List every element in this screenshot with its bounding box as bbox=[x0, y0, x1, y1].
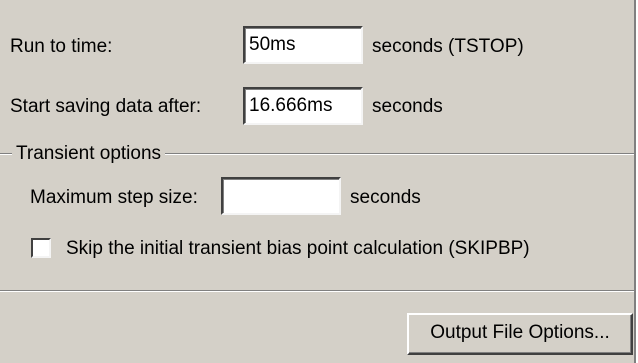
bottom-separator-highlight bbox=[0, 291, 634, 292]
output-file-options-button[interactable]: Output File Options... bbox=[407, 313, 633, 355]
start-saving-input[interactable] bbox=[243, 87, 363, 125]
max-step-size-input[interactable] bbox=[221, 177, 341, 215]
transient-options-group-label: Transient options bbox=[12, 143, 166, 165]
start-saving-label: Start saving data after: bbox=[10, 96, 202, 117]
run-to-time-unit: seconds (TSTOP) bbox=[372, 36, 524, 57]
max-step-size-unit: seconds bbox=[350, 187, 421, 208]
max-step-size-label: Maximum step size: bbox=[30, 187, 198, 208]
skip-bias-checkbox[interactable] bbox=[31, 238, 51, 258]
skip-bias-label: Skip the initial transient bias point ca… bbox=[66, 238, 530, 259]
run-to-time-input[interactable] bbox=[243, 26, 363, 64]
start-saving-unit: seconds bbox=[372, 96, 443, 117]
run-to-time-label: Run to time: bbox=[10, 36, 113, 57]
